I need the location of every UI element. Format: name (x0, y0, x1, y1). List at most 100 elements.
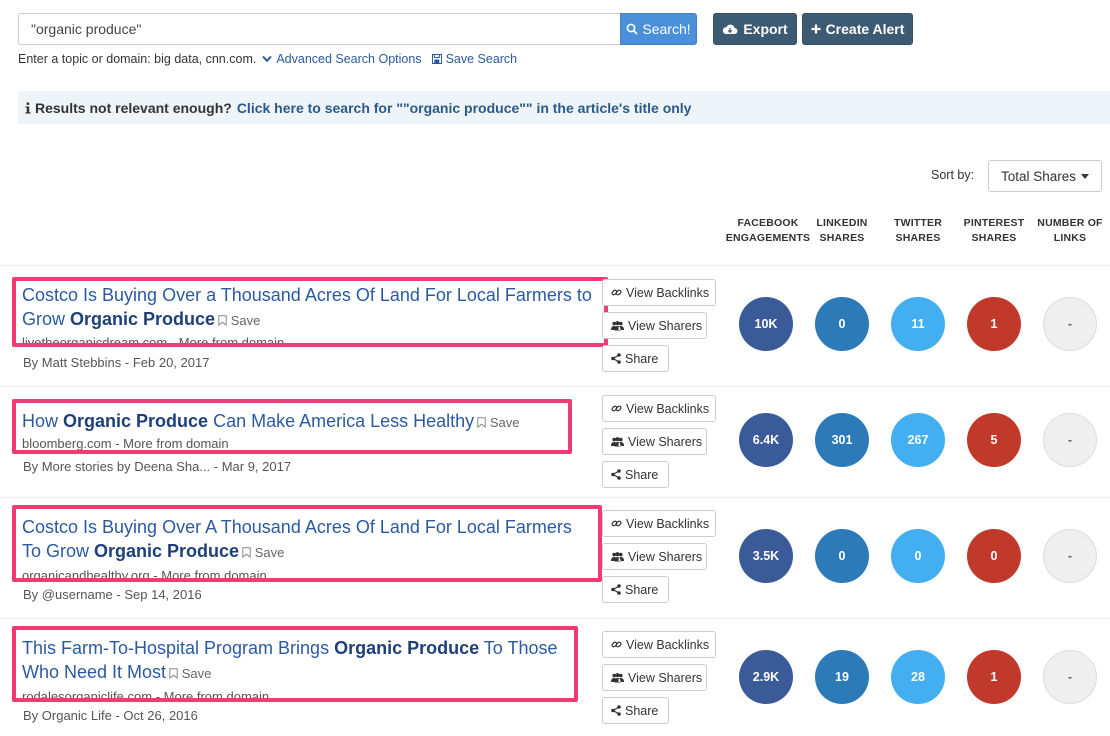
users-icon (611, 436, 624, 447)
bookmark-icon (477, 417, 486, 428)
twitter-shares-badge: 11 (891, 297, 945, 351)
view-backlinks-button[interactable]: View Backlinks (602, 631, 716, 658)
share-icon (611, 469, 621, 480)
number-of-links-badge: - (1043, 413, 1097, 467)
more-from-domain-link[interactable]: More from domain (164, 689, 269, 698)
share-icon (611, 584, 621, 595)
result-title-link[interactable]: How Organic Produce Can Make America Les… (22, 409, 562, 435)
pinterest-shares-badge: 0 (967, 529, 1021, 583)
view-sharers-button[interactable]: View Sharers (602, 664, 707, 691)
result-row: How Organic Produce Can Make America Les… (0, 387, 1110, 497)
link-icon (611, 287, 622, 298)
search-button-label: Search! (642, 21, 691, 37)
link-icon (611, 639, 622, 650)
sort-label: Sort by: (931, 168, 975, 182)
column-header-links: NUMBER OF LINKS (1037, 217, 1103, 244)
advanced-search-link[interactable]: Advanced Search Options (276, 52, 421, 66)
result-title-highlight: Costco Is Buying Over a Thousand Acres O… (12, 277, 608, 347)
result-byline: By Organic Life - Oct 26, 2016 (23, 708, 198, 723)
share-button[interactable]: Share (602, 345, 669, 372)
result-byline: By @username - Sep 14, 2016 (23, 587, 202, 602)
pinterest-shares-badge: 1 (967, 650, 1021, 704)
more-from-domain-link[interactable]: More from domain (179, 335, 284, 343)
result-row: Costco Is Buying Over a Thousand Acres O… (0, 266, 1110, 386)
share-icon (611, 353, 621, 364)
more-from-domain-link[interactable]: More from domain (123, 436, 228, 450)
view-backlinks-button[interactable]: View Backlinks (602, 279, 716, 306)
view-backlinks-button[interactable]: View Backlinks (602, 510, 716, 537)
pinterest-shares-badge: 1 (967, 297, 1021, 351)
export-label: Export (743, 21, 788, 37)
caret-down-icon (1081, 173, 1090, 179)
facebook-engagements-badge: 6.4K (739, 413, 793, 467)
link-icon (611, 518, 622, 529)
save-link[interactable]: Save (218, 313, 260, 328)
bookmark-icon (169, 668, 178, 679)
number-of-links-badge: - (1043, 297, 1097, 351)
result-row: Costco Is Buying Over A Thousand Acres O… (0, 498, 1110, 618)
result-title-highlight: This Farm-To-Hospital Program Brings Org… (12, 626, 578, 702)
twitter-shares-badge: 267 (891, 413, 945, 467)
result-title-link[interactable]: This Farm-To-Hospital Program Brings Org… (22, 636, 568, 686)
plus-icon (811, 24, 821, 34)
users-icon (611, 672, 624, 683)
linkedin-shares-badge: 19 (815, 650, 869, 704)
result-domain: organicandhealthy.org - More from domain (22, 568, 267, 582)
save-icon (431, 54, 442, 64)
sort-value: Total Shares (1000, 168, 1077, 184)
save-search-link[interactable]: Save Search (446, 52, 518, 66)
create-alert-button[interactable]: Create Alert (802, 13, 913, 45)
notice-lead: Results not relevant enough? (35, 99, 232, 116)
search-button[interactable]: Search! (620, 13, 697, 45)
twitter-shares-badge: 0 (891, 529, 945, 583)
result-domain: bloomberg.com - More from domain (22, 436, 229, 451)
view-backlinks-button[interactable]: View Backlinks (602, 395, 716, 422)
save-link[interactable]: Save (477, 415, 519, 430)
facebook-engagements-badge: 2.9K (739, 650, 793, 704)
result-title-link[interactable]: Costco Is Buying Over a Thousand Acres O… (22, 283, 598, 333)
result-title-highlight: Costco Is Buying Over A Thousand Acres O… (12, 505, 602, 582)
save-link[interactable]: Save (169, 666, 211, 681)
result-domain: livetheorganicdream.com - More from doma… (22, 335, 284, 343)
facebook-engagements-badge: 10K (739, 297, 793, 351)
share-button[interactable]: Share (602, 461, 669, 488)
linkedin-shares-badge: 301 (815, 413, 869, 467)
result-domain: rodalesorganiclife.com - More from domai… (22, 689, 270, 702)
create-alert-label: Create Alert (825, 21, 905, 37)
bookmark-icon (218, 315, 227, 326)
more-from-domain-link[interactable]: More from domain (161, 568, 266, 578)
facebook-engagements-badge: 3.5K (739, 529, 793, 583)
title-only-search-link[interactable]: Click here to search for ""organic produ… (237, 100, 692, 116)
bookmark-icon (242, 547, 251, 558)
share-button[interactable]: Share (602, 576, 669, 603)
twitter-shares-badge: 28 (891, 650, 945, 704)
users-icon (611, 551, 624, 562)
linkedin-shares-badge: 0 (815, 297, 869, 351)
relevance-notice: Results not relevant enough? Click here … (18, 91, 1110, 124)
result-row: This Farm-To-Hospital Program Brings Org… (0, 619, 1110, 736)
result-title-link[interactable]: Costco Is Buying Over A Thousand Acres O… (22, 515, 592, 565)
number-of-links-badge: - (1043, 650, 1097, 704)
linkedin-shares-badge: 0 (815, 529, 869, 583)
result-title-highlight: How Organic Produce Can Make America Les… (12, 399, 572, 454)
sort-dropdown[interactable]: Total Shares (988, 160, 1102, 192)
view-sharers-button[interactable]: View Sharers (602, 312, 707, 339)
cloud-download-icon (722, 23, 738, 35)
link-icon (611, 403, 622, 414)
search-icon (626, 23, 639, 35)
view-sharers-button[interactable]: View Sharers (602, 428, 707, 455)
info-icon (25, 102, 31, 114)
export-button[interactable]: Export (713, 13, 797, 45)
hint-text: Enter a topic or domain: big data, cnn.c… (18, 52, 257, 66)
result-byline: By Matt Stebbins - Feb 20, 2017 (23, 355, 210, 370)
number-of-links-badge: - (1043, 529, 1097, 583)
result-byline: By More stories by Deena Sha... - Mar 9,… (23, 459, 292, 474)
search-input[interactable] (18, 13, 620, 45)
share-button[interactable]: Share (602, 697, 669, 724)
save-link[interactable]: Save (242, 545, 284, 560)
pinterest-shares-badge: 5 (967, 413, 1021, 467)
view-sharers-button[interactable]: View Sharers (602, 543, 707, 570)
share-icon (611, 705, 621, 716)
users-icon (611, 320, 624, 331)
search-hint: Enter a topic or domain: big data, cnn.c… (18, 52, 517, 66)
